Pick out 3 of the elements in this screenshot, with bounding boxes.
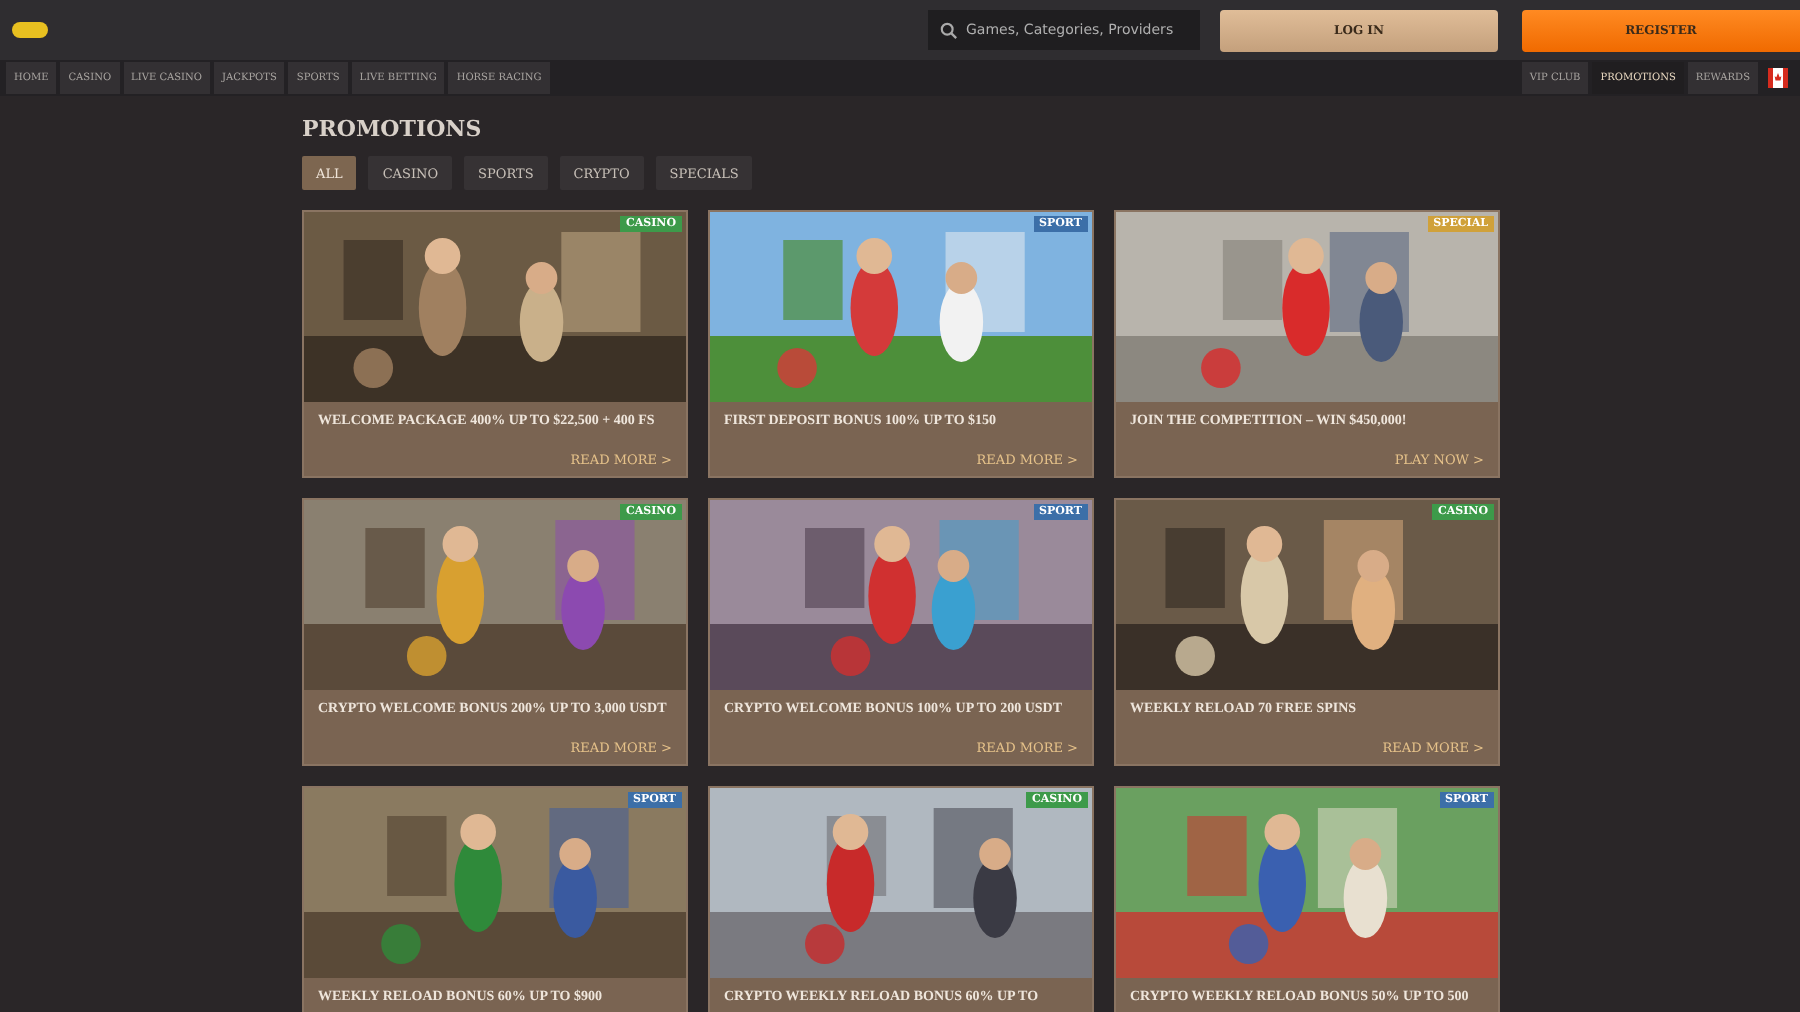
page-title: PROMOTIONS — [302, 116, 484, 142]
logo-icon[interactable] — [12, 22, 48, 38]
flag-icon[interactable] — [1768, 68, 1788, 88]
